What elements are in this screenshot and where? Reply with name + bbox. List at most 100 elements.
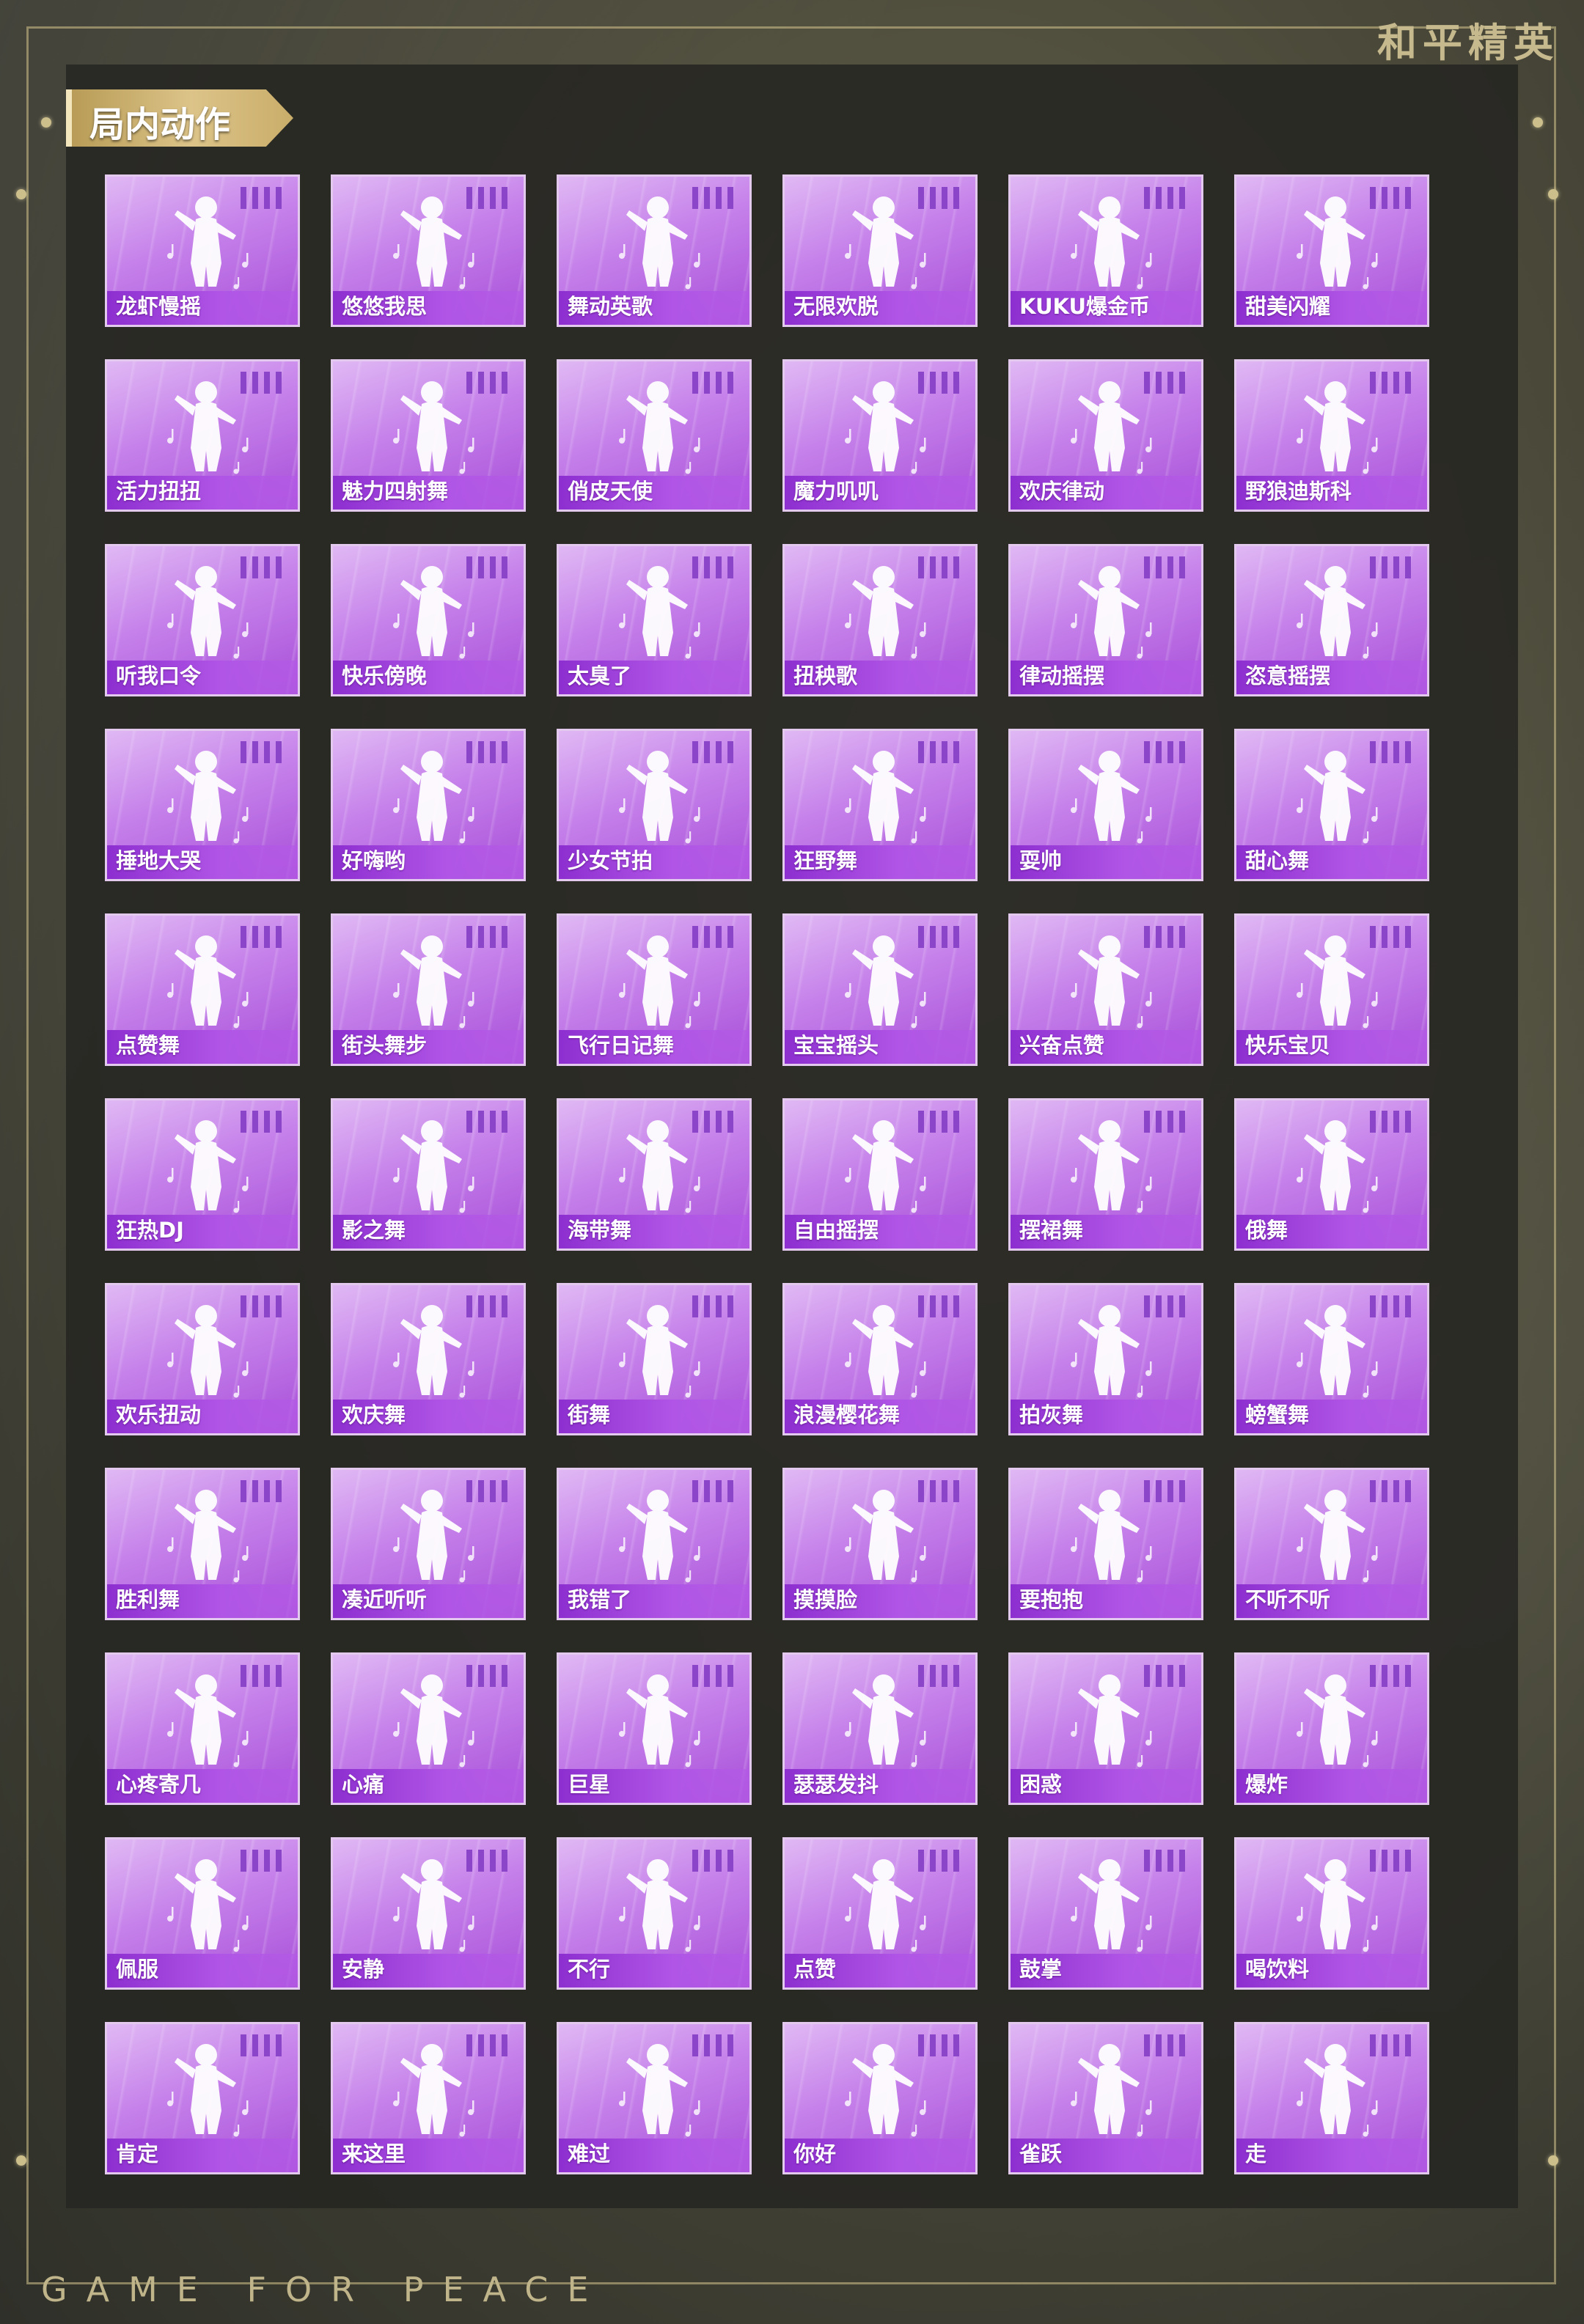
emote-name: 瑟瑟发抖 [793,1772,879,1797]
emote-tile[interactable]: 宝宝摇头 [782,913,978,1066]
emote-tile[interactable]: 俏皮天使 [557,359,752,512]
emote-name: 鼓掌 [1019,1957,1063,1982]
emote-tile[interactable]: 你好 [782,2022,978,2174]
emote-tile[interactable]: 扭秧歌 [782,544,978,696]
emote-name: 难过 [568,2141,611,2166]
emote-name: 甜美闪耀 [1245,294,1331,319]
emote-name: 听我口令 [116,663,202,688]
emote-tile[interactable]: 飞行日记舞 [557,913,752,1066]
emote-tile[interactable]: 安静 [331,1837,526,1990]
emote-tile[interactable]: 走 [1234,2022,1429,2174]
emote-tile[interactable]: 魔力叽叽 [782,359,978,512]
emote-tile[interactable]: 难过 [557,2022,752,2174]
emote-tile[interactable]: 舞动英歌 [557,174,752,327]
emote-tile[interactable]: 巨星 [557,1652,752,1805]
emote-tile[interactable]: 不听不听 [1234,1468,1429,1620]
emote-name: 喝饮料 [1245,1957,1310,1982]
emote-tile[interactable]: 佩服 [105,1837,300,1990]
emote-tile[interactable]: 悠悠我思 [331,174,526,327]
emote-tile[interactable]: 心疼寄几 [105,1652,300,1805]
emote-tile[interactable]: 魅力四射舞 [331,359,526,512]
emote-name: 困惑 [1019,1772,1063,1797]
emote-tile[interactable]: 街头舞步 [331,913,526,1066]
emote-tile[interactable]: 狂热DJ [105,1098,300,1251]
emote-tile[interactable]: 心痛 [331,1652,526,1805]
emote-tile[interactable]: 欢乐扭动 [105,1283,300,1435]
emote-tile[interactable]: 凑近听听 [331,1468,526,1620]
emote-tile[interactable]: 我错了 [557,1468,752,1620]
emote-tile[interactable]: 来这里 [331,2022,526,2174]
emote-tile[interactable]: 快乐宝贝 [1234,913,1429,1066]
emote-tile[interactable]: 摸摸脸 [782,1468,978,1620]
emote-tile[interactable]: 雀跃 [1008,2022,1203,2174]
emote-tile[interactable]: 街舞 [557,1283,752,1435]
emote-tile[interactable]: 爆炸 [1234,1652,1429,1805]
emote-name: 少女节拍 [568,848,653,873]
emote-tile[interactable]: 捶地大哭 [105,729,300,881]
emote-tile[interactable]: 好嗨哟 [331,729,526,881]
emote-name: 你好 [793,2141,837,2166]
emote-tile[interactable]: 浪漫樱花舞 [782,1283,978,1435]
emote-name: 狂热DJ [116,1218,184,1243]
emote-tile[interactable]: 野狼迪斯科 [1234,359,1429,512]
emote-tile[interactable]: 点赞舞 [105,913,300,1066]
emote-tile[interactable]: 甜心舞 [1234,729,1429,881]
emote-tile[interactable]: 活力扭扭 [105,359,300,512]
emote-tile[interactable]: 摆裙舞 [1008,1098,1203,1251]
emote-tile[interactable]: 欢庆律动 [1008,359,1203,512]
emote-name: 要抱抱 [1019,1587,1084,1612]
emote-tile[interactable]: 听我口令 [105,544,300,696]
emote-tile[interactable]: 俄舞 [1234,1098,1429,1251]
frame-ornament [16,2155,26,2166]
frame-ornament [41,117,51,128]
emote-tile[interactable]: 欢庆舞 [331,1283,526,1435]
emote-tile[interactable]: 肯定 [105,2022,300,2174]
emote-tile[interactable]: 喝饮料 [1234,1837,1429,1990]
frame-ornament [16,189,26,199]
emote-tile[interactable]: 瑟瑟发抖 [782,1652,978,1805]
emote-tile[interactable]: 无限欢脱 [782,174,978,327]
emote-tile[interactable]: 狂野舞 [782,729,978,881]
emote-tile[interactable]: 甜美闪耀 [1234,174,1429,327]
frame-ornament [1548,189,1558,199]
emote-tile[interactable]: 点赞 [782,1837,978,1990]
emote-name: 欢庆律动 [1019,479,1105,504]
emote-tile[interactable]: KUKU爆金币 [1008,174,1203,327]
emote-name: 野狼迪斯科 [1245,479,1352,504]
emote-name: 巨星 [568,1772,611,1797]
emote-name: 摸摸脸 [793,1587,858,1612]
emote-name: 龙虾慢摇 [116,294,202,319]
frame-ornament [1548,2155,1558,2166]
emote-tile[interactable]: 鼓掌 [1008,1837,1203,1990]
emote-tile[interactable]: 不行 [557,1837,752,1990]
emote-name: 魔力叽叽 [793,479,879,504]
emote-tile[interactable]: 影之舞 [331,1098,526,1251]
emote-tile[interactable]: 自由摇摆 [782,1098,978,1251]
emote-name: 心痛 [342,1772,385,1797]
frame-ornament [1533,117,1543,128]
emote-tile[interactable]: 困惑 [1008,1652,1203,1805]
emote-name: 魅力四射舞 [342,479,449,504]
emote-tile[interactable]: 太臭了 [557,544,752,696]
emote-name: 不行 [568,1957,611,1982]
emote-tile[interactable]: 律动摇摆 [1008,544,1203,696]
emote-tile[interactable]: 要抱抱 [1008,1468,1203,1620]
emote-name: 爆炸 [1245,1772,1288,1797]
emote-name: 俄舞 [1245,1218,1288,1243]
emote-tile[interactable]: 龙虾慢摇 [105,174,300,327]
emote-tile[interactable]: 恣意摇摆 [1234,544,1429,696]
emote-tile[interactable]: 拍灰舞 [1008,1283,1203,1435]
emote-name: 街舞 [568,1402,611,1427]
emote-tile[interactable]: 胜利舞 [105,1468,300,1620]
emote-name: 舞动英歌 [568,294,653,319]
emote-name: 点赞 [793,1957,837,1982]
emote-tile[interactable]: 海带舞 [557,1098,752,1251]
emote-tile[interactable]: 耍帅 [1008,729,1203,881]
emote-tile[interactable]: 螃蟹舞 [1234,1283,1429,1435]
emote-name: 兴奋点赞 [1019,1033,1105,1058]
emote-tile[interactable]: 少女节拍 [557,729,752,881]
emote-name: 狂野舞 [793,848,858,873]
emote-name: 点赞舞 [116,1033,180,1058]
emote-tile[interactable]: 快乐傍晚 [331,544,526,696]
emote-tile[interactable]: 兴奋点赞 [1008,913,1203,1066]
